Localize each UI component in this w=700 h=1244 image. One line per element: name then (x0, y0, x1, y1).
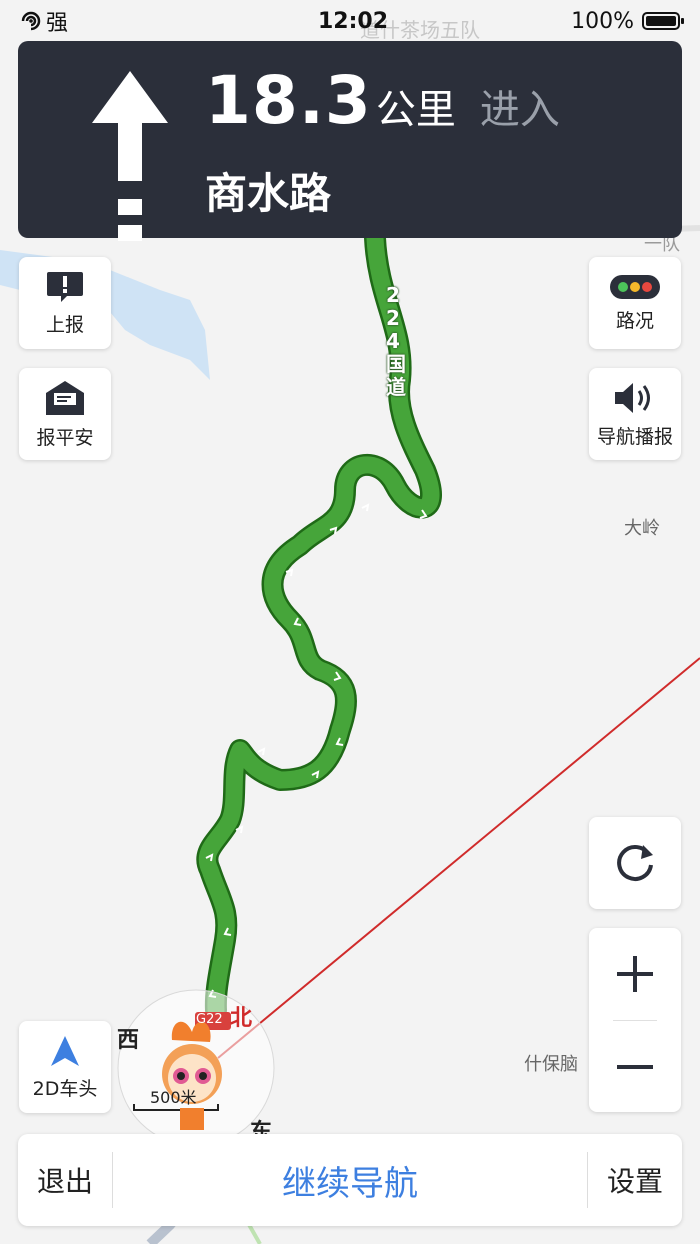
voice-broadcast-label: 导航播报 (596, 425, 673, 448)
battery-icon (642, 12, 684, 30)
distance-unit: 公里 (375, 87, 456, 133)
exit-button[interactable]: 退出 (18, 1160, 112, 1200)
distance-value: 18.3 (205, 62, 372, 139)
status-bar: 强 12:02 100% (0, 0, 700, 42)
traffic-light-icon (610, 274, 660, 299)
signal-indicator: 强 (20, 5, 68, 37)
traffic-button[interactable]: 路况 (589, 257, 681, 349)
continue-navigation-button[interactable]: 继续导航 (113, 1156, 587, 1205)
bottom-bar: 退出 继续导航 设置 (18, 1134, 682, 1226)
straight-arrow-icon (92, 71, 168, 241)
refresh-button[interactable] (589, 817, 681, 909)
envelope-icon (46, 380, 84, 415)
view-mode-label: 2D车头 (32, 1077, 98, 1100)
battery-percent: 100% (571, 8, 634, 34)
report-button[interactable]: 上报 (19, 257, 111, 349)
route-name-label: 224国道 (386, 283, 406, 399)
traffic-label: 路况 (615, 309, 654, 332)
signal-label: 强 (46, 11, 69, 36)
zoom-control (589, 928, 681, 1112)
place-label-shibaonao: 什保脑 (524, 1054, 578, 1075)
report-label: 上报 (45, 313, 84, 336)
compass-west: 西 (117, 1028, 140, 1053)
maneuver-text: 进入 (479, 87, 560, 133)
signal-icon (21, 11, 41, 31)
distance-row: 18.3 公里 进入 (205, 62, 560, 139)
safe-report-label: 报平安 (36, 426, 94, 449)
minus-icon (617, 1064, 653, 1069)
place-label-daling: 大岭 (624, 518, 660, 539)
view-mode-button[interactable]: 2D车头 (19, 1021, 111, 1113)
report-icon (47, 271, 83, 302)
zoom-out-button[interactable] (589, 1021, 681, 1112)
plus-icon (617, 956, 653, 992)
refresh-icon (617, 844, 653, 881)
safe-report-button[interactable]: 报平安 (19, 368, 111, 460)
next-road-name: 商水路 (205, 169, 332, 218)
clock: 12:02 (318, 8, 389, 34)
highway-shield-label: G22 (196, 1012, 223, 1027)
compass-arrow-icon (51, 1035, 79, 1066)
compass-north: 北 (230, 1006, 253, 1031)
scale-label: 500米 (150, 1088, 197, 1107)
zoom-in-button[interactable] (589, 928, 681, 1020)
speaker-icon (615, 382, 650, 413)
voice-broadcast-button[interactable]: 导航播报 (589, 368, 681, 460)
settings-button[interactable]: 设置 (588, 1160, 682, 1200)
